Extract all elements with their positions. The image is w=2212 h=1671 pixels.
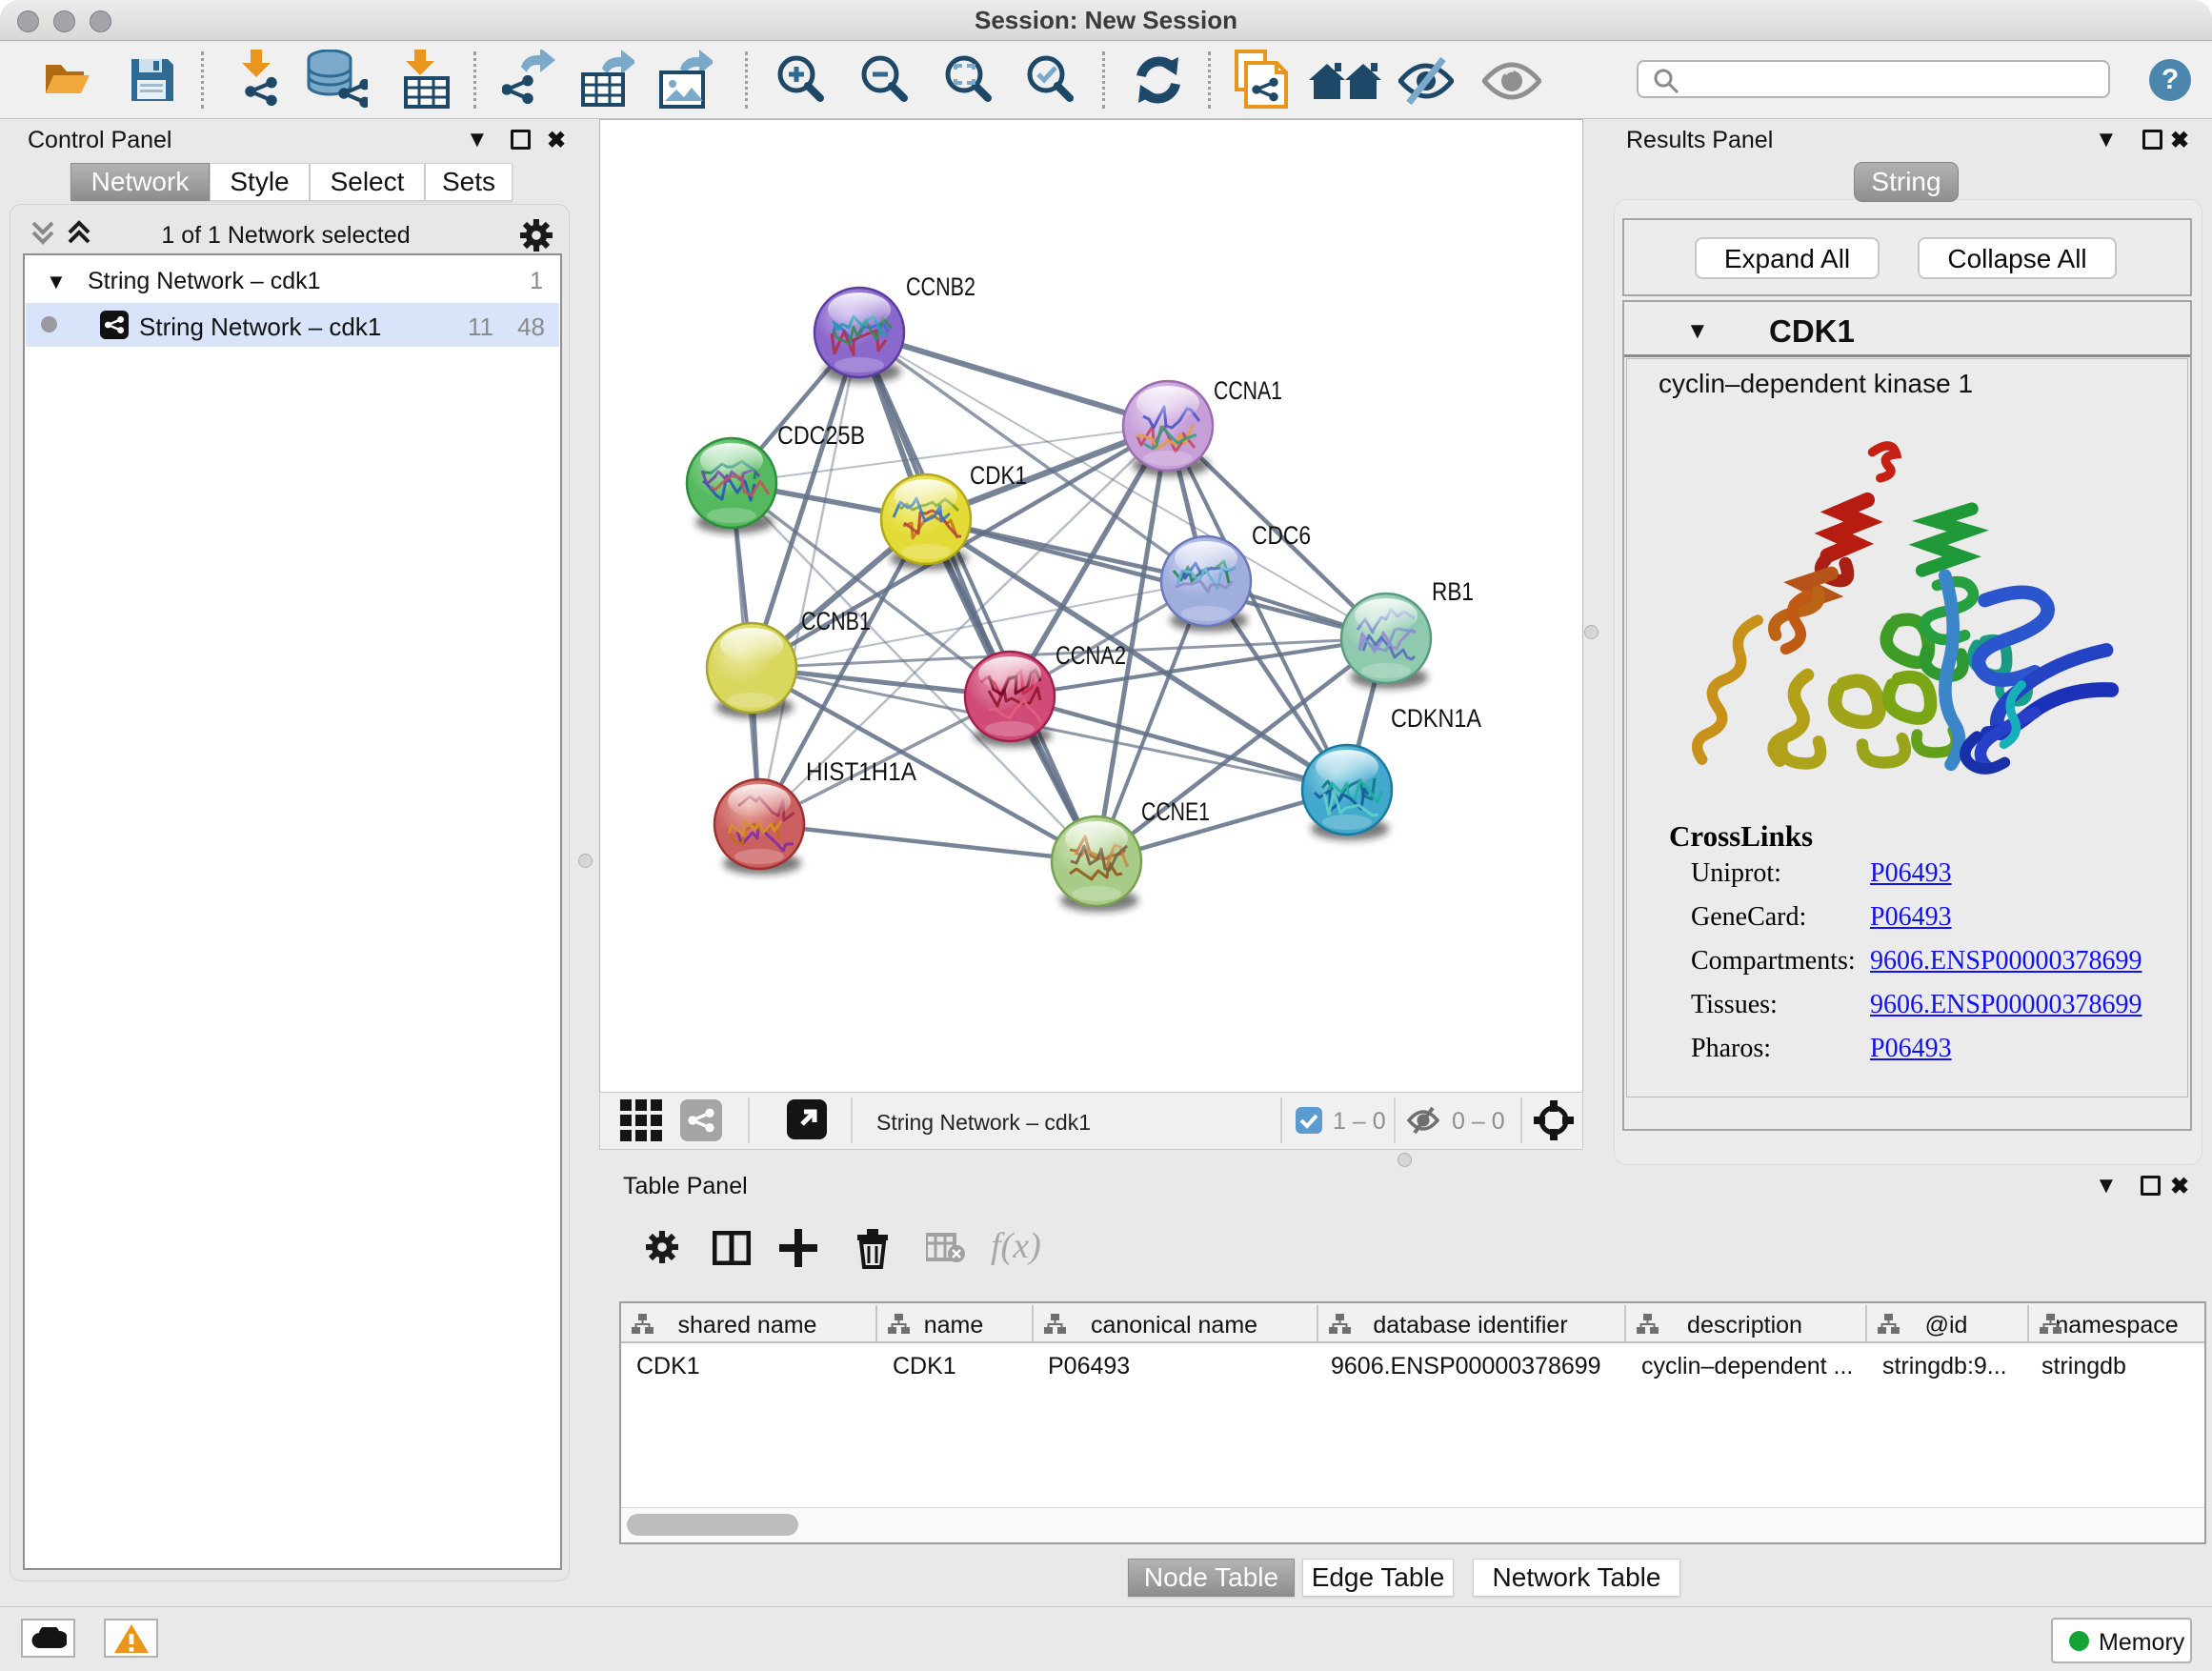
svg-text:CDC25B: CDC25B	[777, 421, 865, 450]
svg-text:CCNB1: CCNB1	[801, 607, 871, 635]
svg-text:CCNA2: CCNA2	[1056, 641, 1126, 670]
svg-text:CDKN1A: CDKN1A	[1391, 704, 1481, 733]
svg-text:CCNE1: CCNE1	[1141, 797, 1210, 826]
svg-text:CDK1: CDK1	[970, 461, 1027, 490]
svg-text:RB1: RB1	[1432, 577, 1474, 606]
svg-text:HIST1H1A: HIST1H1A	[806, 757, 916, 786]
svg-text:CCNA1: CCNA1	[1214, 376, 1282, 405]
svg-text:CDC6: CDC6	[1252, 521, 1311, 550]
svg-text:CCNB2: CCNB2	[906, 272, 975, 301]
